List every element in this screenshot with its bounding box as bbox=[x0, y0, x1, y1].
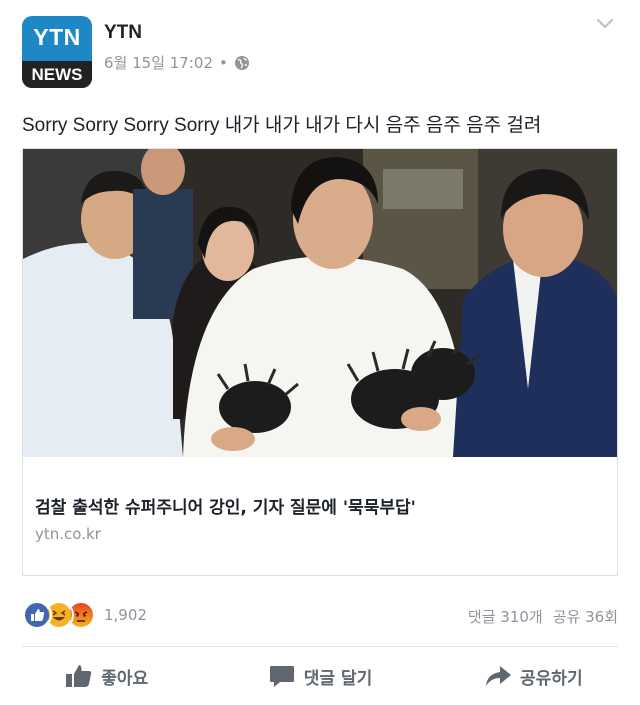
reaction-count: 1,902 bbox=[104, 606, 147, 624]
comment-icon bbox=[269, 666, 294, 687]
ytn-logo[interactable]: YTN NEWS bbox=[22, 16, 92, 88]
link-domain: ytn.co.kr bbox=[35, 525, 101, 543]
share-arrow-icon bbox=[486, 666, 512, 686]
meta-separator: • bbox=[219, 53, 228, 72]
reactions-summary[interactable]: 1,902 bbox=[22, 600, 147, 630]
comment-count[interactable]: 댓글 310개 bbox=[468, 606, 543, 627]
comment-button[interactable]: 댓글 달기 bbox=[213, 656, 426, 696]
timestamp[interactable]: 6월 15일 17:02 bbox=[104, 52, 213, 73]
post-text: Sorry Sorry Sorry Sorry 내가 내가 내가 다시 음주 음… bbox=[22, 115, 542, 136]
action-divider bbox=[22, 646, 618, 647]
news-photo[interactable] bbox=[23, 149, 617, 457]
link-headline[interactable]: 검찰 출석한 슈퍼주니어 강인, 기자 질문에 '묵묵부답' bbox=[35, 493, 416, 518]
like-icon bbox=[22, 600, 52, 630]
like-label: 좋아요 bbox=[101, 668, 149, 689]
logo-text-bottom: NEWS bbox=[22, 61, 92, 88]
logo-text-top: YTN bbox=[33, 24, 81, 50]
thumbs-up-icon bbox=[66, 665, 92, 687]
post-meta: 6월 15일 17:02 • bbox=[104, 52, 250, 73]
post-header: YTN NEWS YTN 6월 15일 17:02 • bbox=[0, 0, 640, 100]
action-bar: 좋아요 댓글 달기 공유하기 bbox=[0, 656, 640, 696]
share-count[interactable]: 공유 36회 bbox=[553, 606, 618, 627]
share-button[interactable]: 공유하기 bbox=[427, 656, 640, 696]
like-button[interactable]: 좋아요 bbox=[0, 656, 213, 696]
chevron-down-icon[interactable] bbox=[596, 18, 614, 30]
link-preview-card[interactable]: 검찰 출석한 슈퍼주니어 강인, 기자 질문에 '묵묵부답' ytn.co.kr bbox=[22, 148, 618, 576]
page-name[interactable]: YTN bbox=[104, 22, 142, 44]
post-stats: 댓글 310개 공유 36회 bbox=[468, 606, 618, 627]
share-label: 공유하기 bbox=[520, 668, 583, 689]
globe-icon bbox=[234, 55, 249, 70]
comment-label: 댓글 달기 bbox=[303, 668, 373, 689]
